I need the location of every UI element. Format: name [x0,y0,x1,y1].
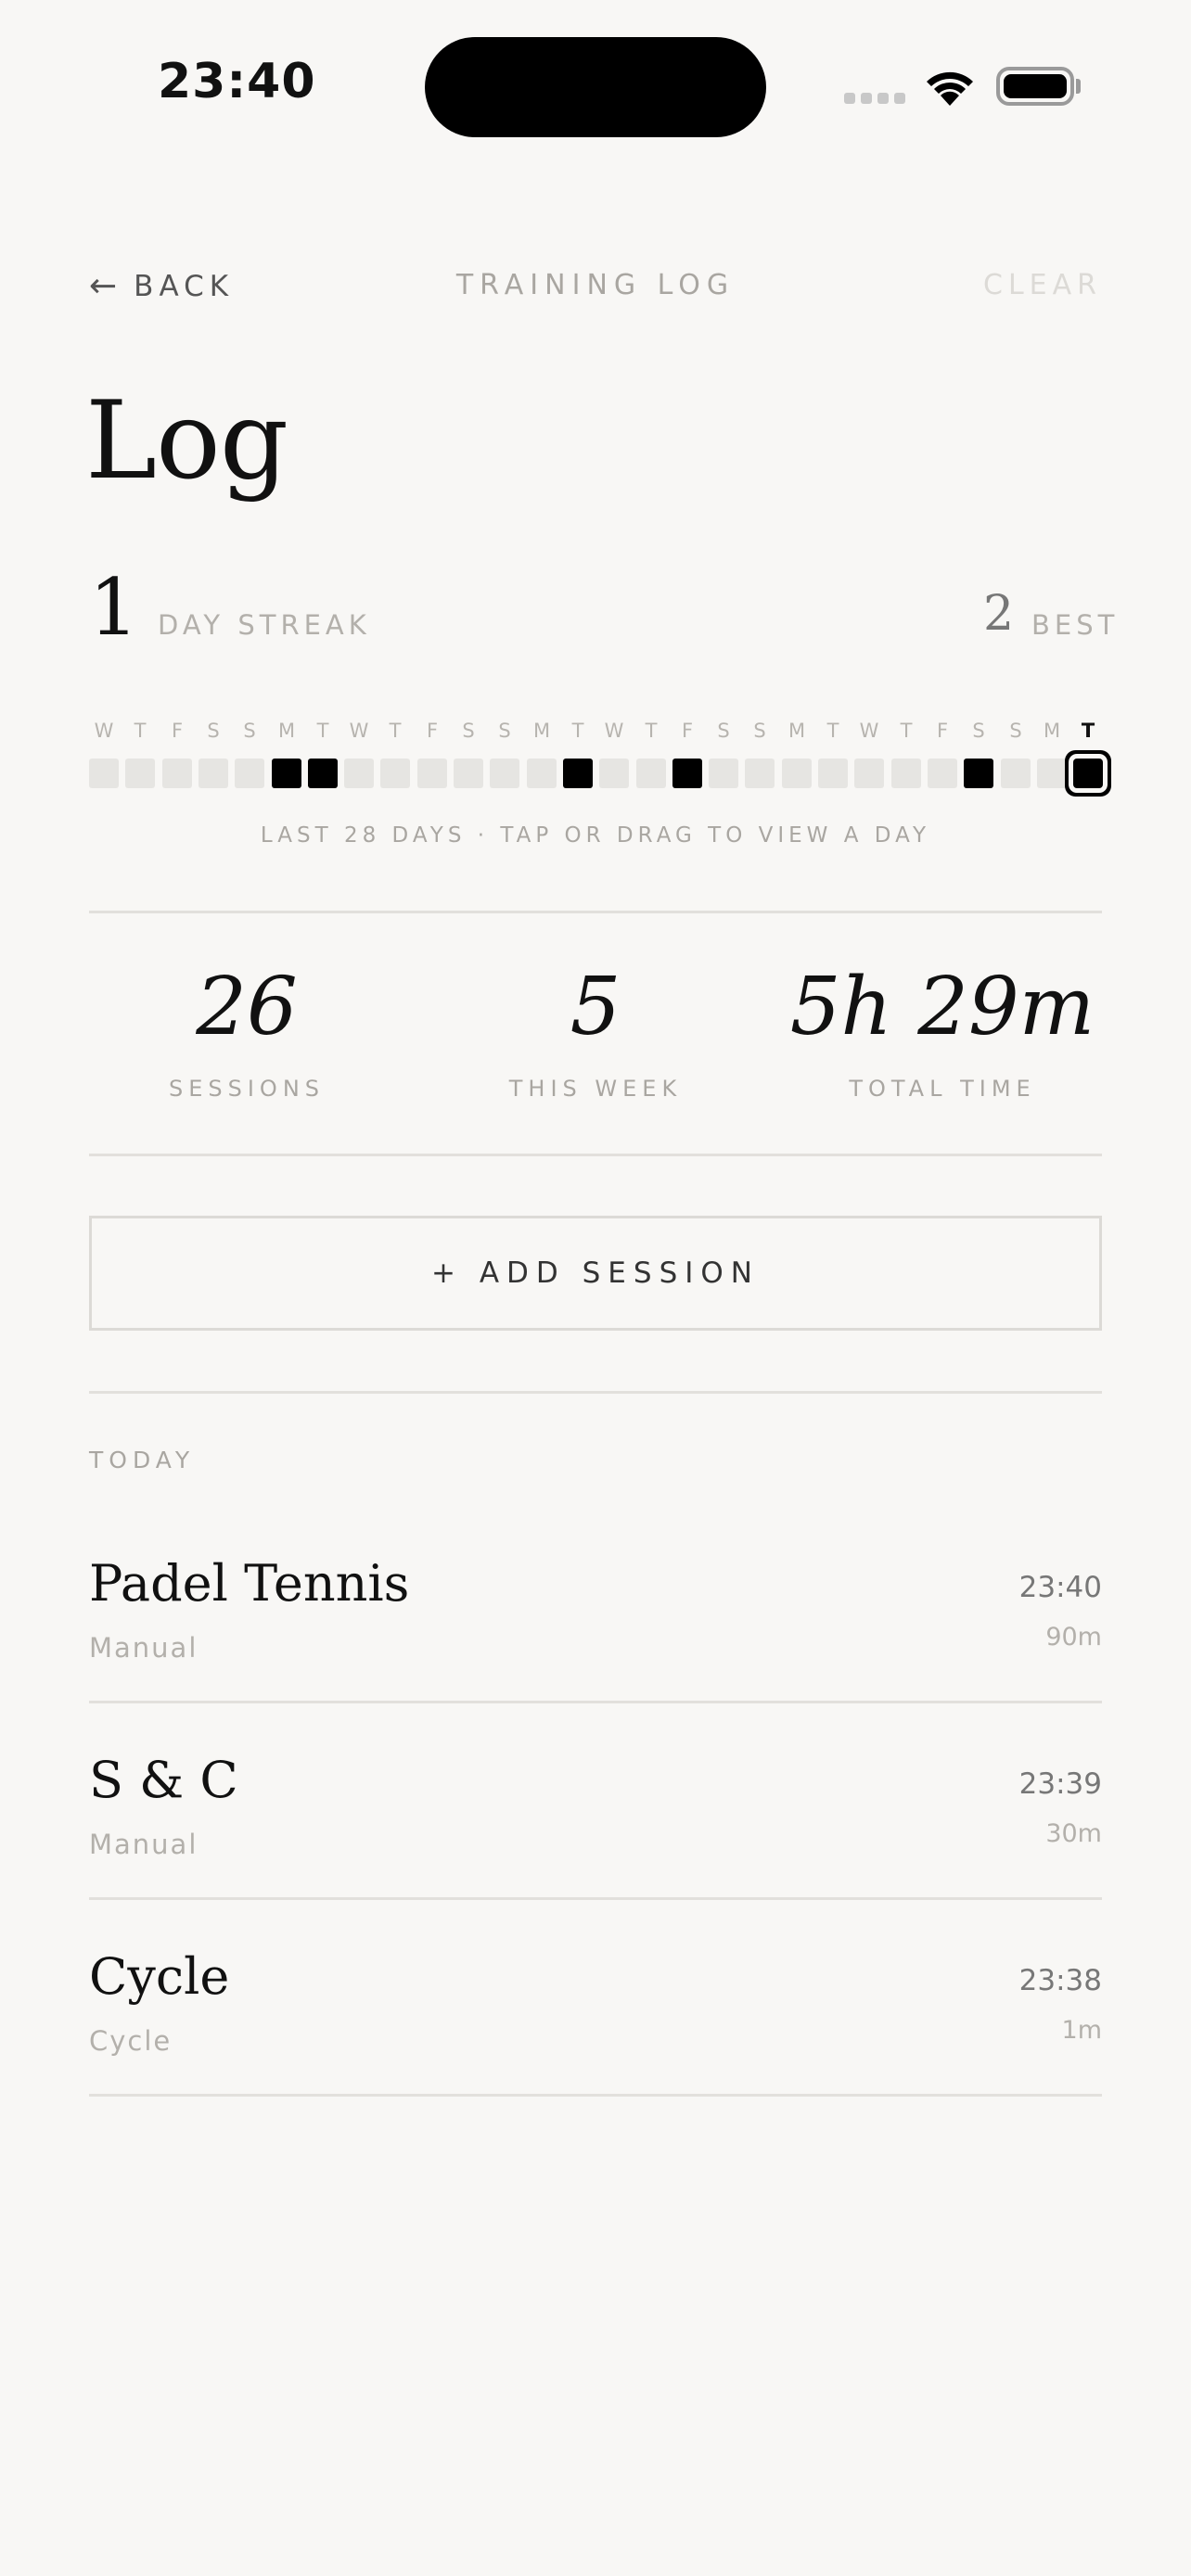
calendar-day-cell[interactable] [89,759,119,788]
calendar-day-cell[interactable] [308,759,338,788]
divider [89,1154,1102,1156]
session-source: Manual [89,1829,198,1860]
calendar-day-letter: T [571,720,584,742]
calendar-day-letter: M [532,720,551,742]
calendar-day-cell[interactable] [235,759,264,788]
stat-total-value: 5h 29m [789,961,1095,1053]
calendar-day-cell[interactable] [964,759,993,788]
dynamic-island [425,37,766,137]
calendar-day-cell[interactable] [527,759,557,788]
calendar-day-letter: T [900,720,913,742]
calendar-day-cell[interactable] [417,759,447,788]
signal-icon [844,93,905,104]
session-row[interactable]: Padel Tennis Manual 23:40 90m [89,1554,1102,1749]
status-time: 23:40 [158,54,316,109]
divider [89,2094,1102,2097]
session-name: Padel Tennis [89,1554,410,1613]
calendar-day-cell[interactable] [818,759,848,788]
session-name: S & C [89,1751,238,1809]
calendar-day-cell[interactable] [782,759,812,788]
section-label-today: TODAY [89,1447,196,1473]
calendar-day-letter: S [972,720,985,742]
streak-count: 1 [89,562,139,653]
stat-sessions-label: SESSIONS [168,1076,326,1102]
calendar-day-cell[interactable] [1001,759,1031,788]
calendar-day-letter: T [389,720,402,742]
calendar-day-cell[interactable] [928,759,957,788]
calendar-day-letter: W [604,720,624,742]
calendar-caption: LAST 28 DAYS · TAP OR DRAG TO VIEW A DAY [260,823,931,848]
divider [89,1701,1102,1703]
session-row[interactable]: S & C Manual 23:39 30m [89,1751,1102,1945]
calendar-day-cell[interactable] [490,759,519,788]
calendar-day-cell[interactable] [344,759,374,788]
calendar-day-letter: S [753,720,766,742]
calendar-day-letter: W [859,720,879,742]
best-streak-count: 2 [983,586,1015,642]
session-duration: 1m [1061,2016,1102,2045]
calendar-day-cell[interactable] [125,759,155,788]
session-time: 23:38 [1018,1964,1102,1997]
calendar-day-letter: W [349,720,369,742]
calendar-day-letter: F [936,720,949,742]
calendar-day-letter: W [94,720,114,742]
calendar-day-cell[interactable] [563,759,593,788]
calendar-day-cell[interactable] [672,759,702,788]
wifi-icon [927,71,973,106]
streak-label: DAY STREAK [158,609,371,641]
calendar-day-letter: S [207,720,220,742]
calendar-day-letter: T [826,720,839,742]
divider [89,911,1102,913]
session-time: 23:40 [1018,1571,1102,1604]
calendar-day-cell[interactable] [709,759,738,788]
calendar-day-cell[interactable] [272,759,301,788]
calendar-day-cell[interactable] [198,759,228,788]
divider [89,1897,1102,1900]
calendar-day-letter: S [498,720,511,742]
calendar-day-letter: T [645,720,658,742]
calendar-day-cell[interactable] [891,759,921,788]
calendar-day-letter: F [426,720,439,742]
session-row[interactable]: Cycle Cycle 23:38 1m [89,1947,1102,2142]
stat-week-value: 5 [570,961,621,1053]
calendar-day-letter: M [788,720,806,742]
add-session-button[interactable]: + ADD SESSION [89,1216,1102,1331]
calendar-day-cell[interactable] [162,759,192,788]
best-streak-label: BEST [1031,609,1120,641]
calendar-day-letter: T [1081,720,1095,742]
divider [89,1391,1102,1394]
calendar-day-letter: F [171,720,184,742]
calendar-day-cell[interactable] [1037,759,1067,788]
calendar-day-letter: M [1043,720,1061,742]
calendar-day-letter: T [134,720,147,742]
session-duration: 90m [1045,1623,1102,1651]
calendar-day-cell[interactable] [454,759,483,788]
session-duration: 30m [1045,1819,1102,1848]
stat-total-label: TOTAL TIME [849,1076,1036,1102]
session-name: Cycle [89,1947,230,2006]
calendar-day-letter: M [277,720,296,742]
calendar-day-letter: S [717,720,730,742]
calendar-day-cell[interactable] [380,759,410,788]
calendar-day-cell[interactable] [636,759,666,788]
session-time: 23:39 [1018,1767,1102,1801]
calendar-day-cell[interactable] [745,759,775,788]
calendar-day-letter: S [462,720,475,742]
stat-week-label: THIS WEEK [508,1076,683,1102]
session-source: Cycle [89,2025,173,2057]
session-source: Manual [89,1632,198,1664]
battery-cap [1076,79,1081,94]
calendar-day-cell[interactable] [854,759,884,788]
page-title: Log [85,378,288,504]
battery-icon [996,67,1074,106]
calendar-day-letter: F [681,720,694,742]
clear-button[interactable]: CLEAR [983,269,1102,301]
calendar-day-letter: S [1009,720,1022,742]
calendar-day-cell[interactable] [599,759,629,788]
calendar-day-letter: S [243,720,256,742]
calendar-day-letter: T [316,720,329,742]
stat-sessions-value: 26 [196,961,298,1053]
calendar-day-cell-today[interactable] [1073,759,1103,788]
